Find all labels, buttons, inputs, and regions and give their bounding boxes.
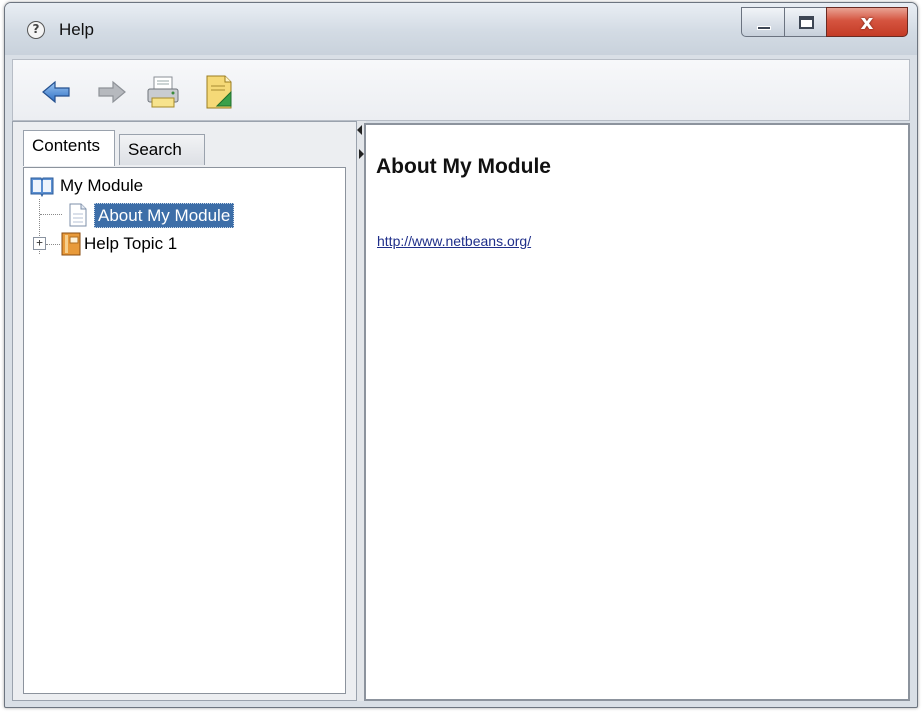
back-button[interactable]: [37, 72, 77, 112]
toolbar: [12, 59, 910, 121]
netbeans-link[interactable]: http://www.netbeans.org/: [377, 233, 531, 249]
forward-button[interactable]: [91, 72, 131, 112]
forward-arrow-icon: [98, 80, 126, 104]
tree-line: [40, 214, 62, 215]
minimize-button[interactable]: [741, 7, 785, 37]
content-pane: About My Module http://www.netbeans.org/: [364, 123, 910, 701]
page-setup-icon: [206, 75, 232, 109]
book-icon: [30, 177, 54, 197]
tree-node-label: Help Topic 1: [84, 234, 178, 253]
page-heading: About My Module: [376, 155, 551, 178]
tree-node-label: My Module: [60, 176, 144, 195]
close-icon: x: [860, 10, 874, 34]
page-setup-button[interactable]: [199, 72, 239, 112]
title-bar[interactable]: ? Help x: [5, 3, 917, 55]
minimize-icon: [757, 26, 771, 30]
tab-contents[interactable]: Contents: [23, 130, 115, 166]
contents-tree: My Module About My Module + Help Topic 1: [23, 167, 346, 694]
maximize-icon: [799, 16, 814, 29]
help-window: ? Help x Contents Search My Module About…: [4, 2, 918, 708]
maximize-button[interactable]: [784, 7, 827, 37]
print-button[interactable]: [143, 72, 183, 112]
page-icon: [69, 203, 87, 227]
help-icon: ?: [27, 21, 45, 39]
collapse-left-icon[interactable]: [357, 125, 362, 135]
tab-search[interactable]: Search: [119, 134, 205, 165]
tree-node-label: About My Module: [94, 203, 235, 228]
expand-toggle[interactable]: +: [33, 237, 46, 250]
navigator-pane: Contents Search My Module About My Modul…: [12, 121, 357, 701]
window-title: Help: [59, 20, 94, 39]
topic-icon: [61, 232, 81, 256]
printer-icon: [147, 76, 179, 108]
tree-line: [46, 244, 60, 245]
close-button[interactable]: x: [826, 7, 908, 37]
back-arrow-icon: [42, 80, 70, 104]
